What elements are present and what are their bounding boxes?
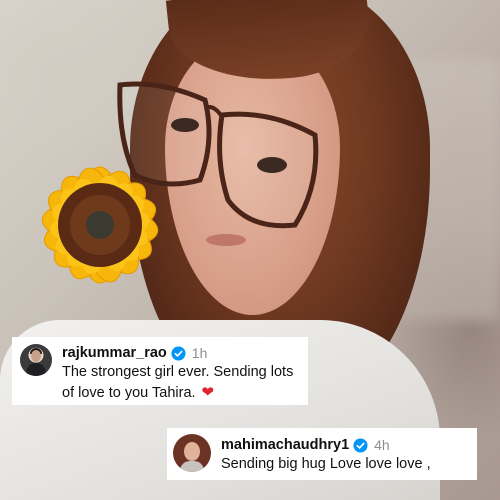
comment-username[interactable]: rajkummar_rao [62, 345, 167, 361]
user-avatar[interactable] [173, 434, 211, 472]
comment-timestamp: 1h [191, 345, 208, 361]
user-avatar[interactable] [20, 344, 52, 376]
background-photo [0, 0, 500, 500]
comment-card-1[interactable]: rajkummar_rao 1h The strongest girl ever… [12, 337, 308, 405]
verified-badge-icon [353, 437, 368, 453]
comment-text-line-2: of love to you Tahira. [62, 385, 196, 401]
verified-badge-icon [171, 345, 186, 361]
heart-emoji-icon: ❤ [201, 384, 215, 401]
comment-username[interactable]: mahimachaudhry1 [221, 437, 349, 453]
comment-text-line-2-wrapper: of love to you Tahira. ❤ [62, 383, 293, 403]
sunflower [41, 166, 159, 284]
comment-timestamp: 4h [374, 437, 390, 453]
comment-card-2[interactable]: mahimachaudhry1 4h Sending big hug Love … [167, 428, 477, 480]
comment-text-line-1: The strongest girl ever. Sending lots [62, 364, 294, 380]
comment-text-line-1: Sending big hug Love love love , [221, 456, 431, 472]
